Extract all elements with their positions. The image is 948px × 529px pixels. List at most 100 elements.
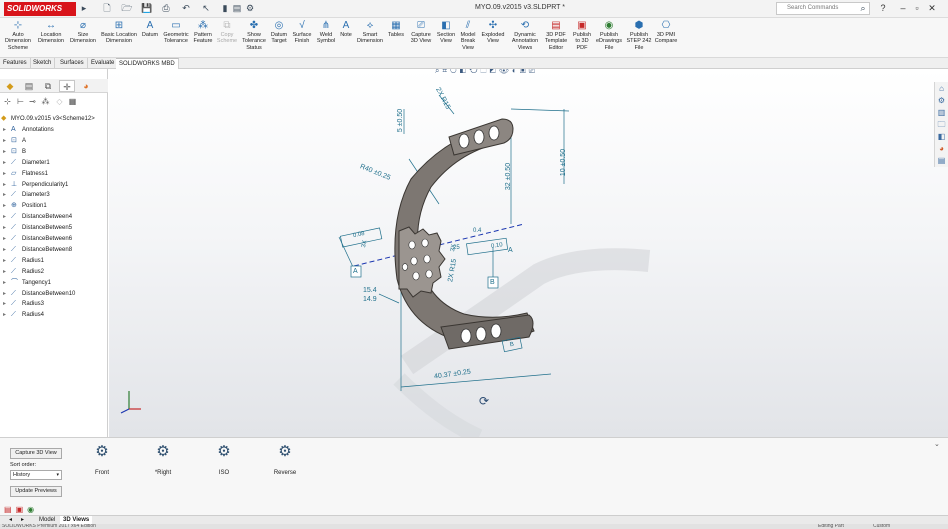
file-properties-icon[interactable]: ▤: [231, 3, 243, 14]
expand-menu-icon[interactable]: ▸: [78, 3, 90, 14]
expand-caret-icon[interactable]: ▸: [3, 180, 6, 190]
expand-caret-icon[interactable]: ▸: [3, 267, 6, 277]
feature-manager-tab-icon[interactable]: ◆: [2, 80, 18, 92]
close-button[interactable]: ✕: [926, 2, 938, 15]
minimize-button[interactable]: –: [897, 2, 909, 15]
options-icon[interactable]: ⚙: [244, 3, 256, 14]
pattern-feature-icon[interactable]: ⁂: [40, 96, 51, 107]
view-right[interactable]: ⚙ *Right: [143, 441, 183, 476]
show-tolerance-status-button[interactable]: ✤ Show Tolerance Status: [240, 20, 268, 51]
capture-3d-view-panel-button[interactable]: Capture 3D View: [10, 448, 62, 459]
dimension-14-9[interactable]: 14.9: [363, 296, 377, 303]
tree-item[interactable]: ▸ ⟋ Radius4: [0, 310, 108, 320]
open-icon[interactable]: 🗁: [121, 3, 133, 14]
datum-target-button[interactable]: ◎ Datum Target: [268, 20, 290, 45]
expand-caret-icon[interactable]: ▸: [3, 245, 6, 255]
undo-icon[interactable]: ↶: [180, 3, 192, 14]
exploded-view-button[interactable]: ✣ Exploded View: [481, 20, 505, 45]
tolerance-value-04[interactable]: 0.4: [473, 228, 481, 234]
new-icon[interactable]: 🗋: [101, 3, 113, 14]
expand-caret-icon[interactable]: ▸: [3, 299, 6, 309]
sort-order-select[interactable]: History ▾: [10, 470, 62, 480]
tree-item[interactable]: ▸ ▱ Flatness1: [0, 169, 108, 179]
search-icon[interactable]: ⌕: [857, 3, 869, 14]
copy-scheme-icon[interactable]: ⊸: [27, 96, 38, 107]
configuration-manager-tab-icon[interactable]: ⧉: [40, 80, 56, 92]
tables-button[interactable]: ▦ Tables: [387, 20, 405, 38]
display-manager-tab-icon[interactable]: ◕: [78, 80, 94, 92]
section-view-button[interactable]: ◧ Section View: [435, 20, 457, 45]
help-icon[interactable]: ?: [877, 2, 889, 15]
property-manager-tab-icon[interactable]: ▤: [21, 80, 37, 92]
tree-item[interactable]: ▸ ⊥ Perpendicularity1: [0, 180, 108, 190]
expand-caret-icon[interactable]: ▸: [3, 190, 6, 200]
show-tolerance-status-icon[interactable]: ▦: [67, 96, 78, 107]
surface-finish-button[interactable]: √ Surface Finish: [291, 20, 313, 45]
note-button[interactable]: A Note: [338, 20, 354, 38]
update-previews-button[interactable]: Update Previews: [10, 486, 62, 497]
save-icon[interactable]: 💾: [141, 3, 153, 14]
tab-features[interactable]: Features: [0, 58, 31, 69]
pdf-template-editor-button[interactable]: ▤ 3D PDF Template Editor: [543, 20, 569, 51]
tree-item[interactable]: ▸ ⟋ DistanceBetween6: [0, 234, 108, 244]
search-input[interactable]: Search Commands: [776, 2, 870, 15]
frame-datum-a-label[interactable]: A: [508, 247, 513, 254]
hole-count-3x[interactable]: 3X: [361, 240, 368, 248]
expand-caret-icon[interactable]: ▸: [3, 125, 6, 135]
tree-item[interactable]: ▸ ⟋ Diameter3: [0, 190, 108, 200]
location-dimension-button[interactable]: ↔ Location Dimension: [36, 20, 66, 45]
tree-item[interactable]: ▸ A Annotations: [0, 125, 108, 135]
datum-a-label[interactable]: A: [353, 268, 358, 275]
smart-dimension-button[interactable]: ⟡ Smart Dimension: [355, 20, 385, 45]
tree-item[interactable]: ▸ ⊡ B: [0, 147, 108, 157]
dimension-5[interactable]: 5 ±0.50: [397, 109, 404, 132]
expand-caret-icon[interactable]: ▸: [3, 310, 6, 320]
view-iso[interactable]: ⚙ ISO: [204, 441, 244, 476]
expand-caret-icon[interactable]: ▸: [3, 278, 6, 288]
tree-item[interactable]: ▸ ⟋ DistanceBetween5: [0, 223, 108, 233]
tab-solidworks-mbd[interactable]: SOLIDWORKS MBD: [116, 58, 179, 69]
auto-dimension-scheme-button[interactable]: ⊹ Auto Dimension Scheme: [3, 20, 33, 51]
capture-3d-view-button[interactable]: ⎚ Capture 3D View: [409, 20, 433, 45]
print-icon[interactable]: ⎙: [160, 3, 172, 14]
expand-caret-icon[interactable]: ▸: [3, 169, 6, 179]
tree-item[interactable]: ▸ ⟋ DistanceBetween10: [0, 289, 108, 299]
dimension-10[interactable]: 10 ±0.50: [560, 149, 567, 176]
dimension-25[interactable]: 25: [453, 245, 460, 251]
weld-symbol-button[interactable]: ⋔ Weld Symbol: [315, 20, 337, 45]
copy-scheme-button[interactable]: ⧉ Copy Scheme: [216, 20, 238, 45]
tree-item[interactable]: ▸ ⊡ A: [0, 136, 108, 146]
model-break-view-button[interactable]: ⫽ Model Break View: [457, 20, 479, 51]
tab-sketch[interactable]: Sketch: [30, 58, 56, 69]
pdf-icon[interactable]: ▤: [4, 505, 16, 514]
tree-item[interactable]: ▸ ⟋ DistanceBetween8: [0, 245, 108, 255]
pmi-compare-button[interactable]: ⎔ 3D PMI Compare: [653, 20, 679, 45]
datum-b-label[interactable]: B: [490, 279, 495, 286]
status-units[interactable]: Custom: [873, 524, 890, 529]
expand-caret-icon[interactable]: ▸: [3, 234, 6, 244]
publish-step-button[interactable]: ⬢ Publish STEP 242 File: [626, 20, 652, 51]
graphics-area[interactable]: ⌕⌗↺◧⟲⬚◩👁◐▣⎚ ⧉ – ▫ ✕ ⌂ ⚙ ▥ 🗀 ◧ ◕ ▤: [109, 69, 948, 437]
dynamic-annotation-views-button[interactable]: ⟲ Dynamic Annotation Views: [509, 20, 541, 51]
tree-item[interactable]: ▸ ⊕ Position1: [0, 201, 108, 211]
datum-button[interactable]: A Datum: [140, 20, 160, 38]
publish-edrawings-button[interactable]: ◉ Publish eDrawings File: [595, 20, 623, 51]
size-dimension-button[interactable]: ⌀ Size Dimension: [68, 20, 98, 45]
tolerance-icon[interactable]: ⊢: [15, 96, 26, 107]
auto-dimension-scheme-icon[interactable]: ⊹: [2, 96, 13, 107]
publish-3d-pdf-button[interactable]: ▣ Publish to 3D PDF: [571, 20, 593, 51]
publish-icon[interactable]: ▣: [16, 505, 28, 514]
edrawings-icon[interactable]: ◉: [27, 505, 38, 514]
dimxpert-manager-tab-icon[interactable]: ✛: [59, 80, 75, 92]
expand-caret-icon[interactable]: ▸: [3, 147, 6, 157]
solidworks-logo[interactable]: SOLIDWORKS: [4, 2, 76, 16]
view-front[interactable]: ⚙ Front: [82, 441, 122, 476]
tab-surfaces[interactable]: Surfaces: [57, 58, 88, 69]
tree-item[interactable]: ▸ ⟋ Radius2: [0, 267, 108, 277]
expand-caret-icon[interactable]: ▸: [3, 158, 6, 168]
tree-item[interactable]: ▸ ⌒ Tangency1: [0, 278, 108, 288]
view-reverse[interactable]: ⚙ Reverse: [265, 441, 305, 476]
expand-caret-icon[interactable]: ▸: [3, 256, 6, 266]
tree-item[interactable]: ▸ ⟋ Radius3: [0, 299, 108, 309]
expand-caret-icon[interactable]: ▸: [3, 212, 6, 222]
